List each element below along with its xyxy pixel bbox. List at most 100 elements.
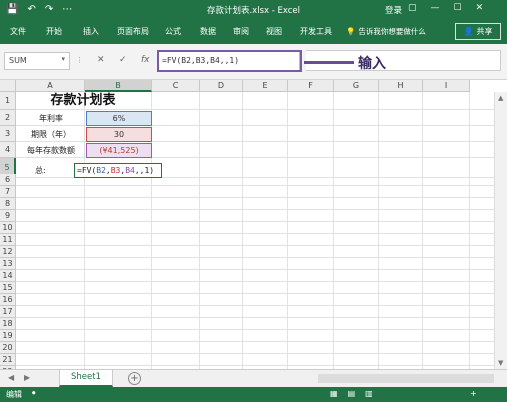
row-header[interactable]: 6 [0,174,16,186]
gridline-horizontal [16,233,494,234]
column-header[interactable]: F [288,80,334,92]
status-mode: 编辑 [6,390,22,399]
row-header[interactable]: 3 [0,126,16,142]
rate-label-cell[interactable]: 年利率 [17,111,85,127]
page-layout-view-icon[interactable]: ▤ [348,389,356,398]
gridline-vertical [422,92,423,369]
gridline-horizontal [16,209,494,210]
splitter-icon[interactable]: ⋮ [76,56,83,64]
row-header[interactable]: 7 [0,186,16,198]
column-header[interactable]: H [379,80,423,92]
row-header[interactable]: 14 [0,270,16,282]
ref-b2: B2 [96,166,106,175]
tab-page-layout[interactable]: 页面布局 [117,26,149,37]
row-header[interactable]: 17 [0,306,16,318]
tab-data[interactable]: 数据 [200,26,216,37]
gridline-horizontal [16,257,494,258]
vertical-scrollbar[interactable]: ▲ ▼ [494,92,507,369]
row-header[interactable]: 18 [0,318,16,330]
column-header[interactable]: D [200,80,243,92]
row-header[interactable]: 9 [0,210,16,222]
gridline-horizontal [16,353,494,354]
deposit-value-cell[interactable]: (¥41,525) [86,143,152,158]
gridline-vertical [287,92,288,369]
column-header[interactable]: A [16,80,85,92]
gridline-horizontal [16,269,494,270]
chevron-down-icon[interactable]: ▾ [61,55,65,63]
tab-insert[interactable]: 插入 [83,26,99,37]
row-header[interactable]: 21 [0,354,16,366]
years-label-cell[interactable]: 期限（年） [17,127,85,143]
row-header[interactable]: 13 [0,258,16,270]
sheet-tab-sheet1[interactable]: Sheet1 [59,370,113,387]
scroll-down-icon[interactable]: ▼ [498,359,503,367]
active-edit-cell[interactable]: =FV(B2,B3,B4,,1) [74,163,162,178]
row-header[interactable]: 15 [0,282,16,294]
formula-bar: SUM ▾ ⋮ ✕ ✓ fx =FV(B2,B3,B4,,1) 输入 [0,44,507,80]
gridline-horizontal [16,281,494,282]
insert-function-button[interactable]: fx [141,55,150,65]
tab-developer[interactable]: 开发工具 [300,26,332,37]
column-header[interactable]: E [243,80,288,92]
macro-record-icon[interactable]: ⏺ [32,389,36,398]
gridline-horizontal [16,329,494,330]
gridline-vertical [469,92,470,369]
select-all-corner[interactable] [0,80,16,92]
tab-home[interactable]: 开始 [46,26,62,37]
next-sheet-icon[interactable]: ▶ [24,373,30,382]
tab-formulas[interactable]: 公式 [165,26,181,37]
normal-view-icon[interactable]: ▦ [330,389,338,398]
row-header[interactable]: 2 [0,110,16,126]
tab-view[interactable]: 视图 [266,26,282,37]
gridline-horizontal [16,245,494,246]
tab-file[interactable]: 文件 [10,26,26,37]
scroll-up-icon[interactable]: ▲ [498,94,503,102]
tell-me-box[interactable]: 💡 告诉我你想要做什么 [346,26,426,37]
ribbon-tabs: 文件 开始 插入 页面布局 公式 数据 审阅 视图 开发工具 💡 告诉我你想要做… [0,20,507,44]
row-header[interactable]: 12 [0,246,16,258]
deposit-label-cell[interactable]: 每年存款数额 [17,143,85,159]
worksheet-grid[interactable]: ABCDEFGHI 1 2 3 4 5 6 7 8 9 10 11 12 13 14 15 16 17 18 19 2… [0,80,507,369]
share-label: 共享 [476,27,493,36]
sheet-title-cell[interactable]: 存款计划表 [40,92,126,110]
close-icon[interactable]: ✕ [476,3,484,13]
column-header[interactable]: G [334,80,379,92]
annotation-connector [304,61,354,64]
gridline-vertical [199,92,200,369]
lightbulb-icon: 💡 [346,27,356,36]
row-header[interactable]: 16 [0,294,16,306]
row-header[interactable]: 11 [0,234,16,246]
share-button[interactable]: 👤 共享 [455,23,501,40]
years-value-cell[interactable]: 30 [86,127,152,142]
row-header[interactable]: 4 [0,142,16,158]
minimize-icon[interactable]: — [431,3,440,13]
horizontal-scrollbar[interactable] [318,374,494,383]
name-box[interactable]: SUM ▾ [4,52,70,70]
enter-button[interactable]: ✓ [119,55,127,65]
row-header[interactable]: 1 [0,92,16,110]
window-controls: ▢ — ☐ ✕ [408,3,483,13]
cancel-button[interactable]: ✕ [97,55,105,65]
column-header[interactable]: C [152,80,200,92]
maximize-icon[interactable]: ☐ [454,3,462,13]
add-sheet-button[interactable]: + [128,372,141,385]
row-header[interactable]: 10 [0,222,16,234]
row-header[interactable]: 19 [0,330,16,342]
column-header[interactable]: I [423,80,470,92]
prev-sheet-icon[interactable]: ◀ [8,373,14,382]
tab-review[interactable]: 审阅 [233,26,249,37]
row-header[interactable]: 8 [0,198,16,210]
row-header[interactable]: 20 [0,342,16,354]
title-bar: 💾 ↶ ↷ ⋯ 存款计划表.xlsx - Excel 登录 ▢ — ☐ ✕ [0,0,507,20]
gridline-horizontal [16,305,494,306]
zoom-in-button[interactable]: + [470,389,477,398]
login-link[interactable]: 登录 [385,4,402,16]
annotation-label: 输入 [358,56,386,72]
gridline-horizontal [16,185,494,186]
rate-value-cell[interactable]: 6% [86,111,152,126]
page-break-view-icon[interactable]: ▥ [365,389,373,398]
ribbon-display-icon[interactable]: ▢ [408,3,417,13]
sheet-tabs-bar: ◀ ▶ Sheet1 + [0,369,507,387]
tell-me-text: 告诉我你想要做什么 [358,27,426,36]
column-header[interactable]: B [85,80,152,92]
